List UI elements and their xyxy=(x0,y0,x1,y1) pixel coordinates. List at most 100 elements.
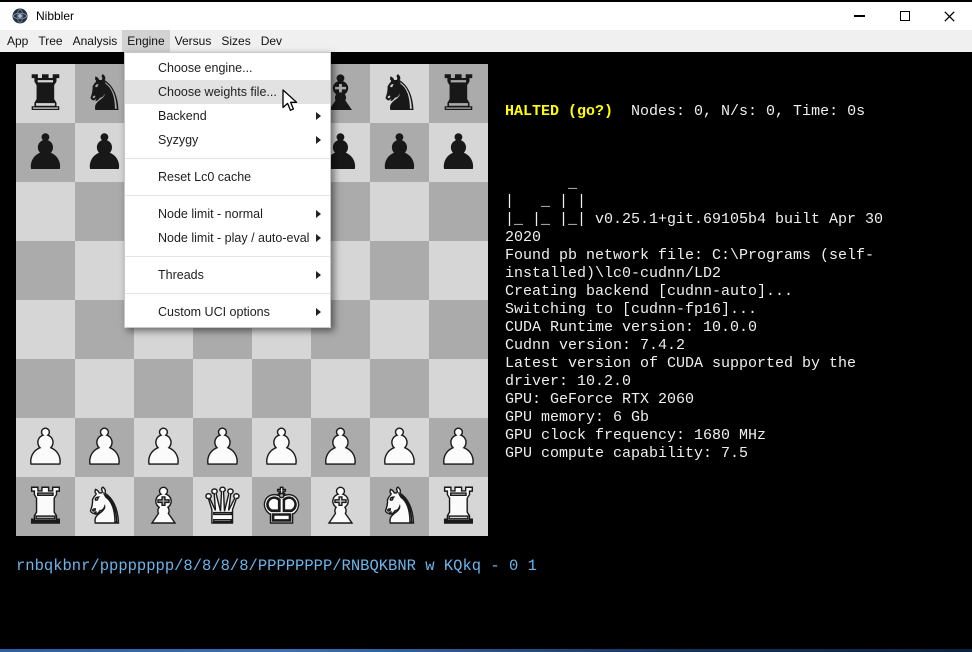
engine-menu-item-syzygy[interactable]: Syzygy xyxy=(125,128,330,152)
black-rook-piece: ♜ xyxy=(437,64,481,123)
fen-string: rnbqkbnr/pppppppp/8/8/8/8/PPPPPPPP/RNBQK… xyxy=(16,557,537,575)
engine-status-line: HALTED (go?) Nodes: 0, N/s: 0, Time: 0s xyxy=(505,103,967,121)
engine-log-line: |_ |_ |_| v0.25.1+git.69105b4 built Apr … xyxy=(505,211,967,229)
engine-menu-item-custom-uci-options[interactable]: Custom UCI options xyxy=(125,300,330,324)
board-square-h4[interactable] xyxy=(429,300,488,359)
engine-log-line: _ xyxy=(505,175,967,193)
board-square-b2[interactable]: ♟ xyxy=(75,418,134,477)
white-pawn-piece: ♟ xyxy=(201,418,245,477)
board-square-b3[interactable] xyxy=(75,359,134,418)
board-square-a8[interactable]: ♜ xyxy=(16,64,75,123)
engine-menu-item-label: Custom UCI options xyxy=(158,305,270,319)
engine-menu-item-reset-lc0-cache[interactable]: Reset Lc0 cache xyxy=(125,165,330,189)
board-square-c2[interactable]: ♟ xyxy=(134,418,193,477)
board-square-c1[interactable]: ♝ xyxy=(134,477,193,536)
black-knight-piece: ♞ xyxy=(83,64,127,123)
engine-menu-item-choose-engine[interactable]: Choose engine... xyxy=(125,56,330,80)
board-square-b1[interactable]: ♞ xyxy=(75,477,134,536)
board-square-c3[interactable] xyxy=(134,359,193,418)
close-button[interactable] xyxy=(927,2,972,30)
board-square-f3[interactable] xyxy=(311,359,370,418)
engine-output-panel: HALTED (go?) Nodes: 0, N/s: 0, Time: 0s … xyxy=(505,67,967,499)
board-square-g4[interactable] xyxy=(370,300,429,359)
board-square-d3[interactable] xyxy=(193,359,252,418)
board-square-h2[interactable]: ♟ xyxy=(429,418,488,477)
engine-log-line xyxy=(505,157,967,175)
board-square-a6[interactable] xyxy=(16,182,75,241)
board-square-a4[interactable] xyxy=(16,300,75,359)
white-pawn-piece: ♟ xyxy=(24,418,68,477)
black-pawn-piece: ♟ xyxy=(83,123,127,182)
engine-menu-item-label: Choose engine... xyxy=(158,61,253,75)
engine-menu-item-node-limit-normal[interactable]: Node limit - normal xyxy=(125,202,330,226)
title-bar: Nibbler xyxy=(0,0,972,30)
white-rook-piece: ♜ xyxy=(437,477,481,536)
menubar-item-analysis[interactable]: Analysis xyxy=(68,30,123,52)
engine-log-line: Cudnn version: 7.4.2 xyxy=(505,337,967,355)
submenu-arrow-icon xyxy=(316,234,321,242)
white-pawn-piece: ♟ xyxy=(378,418,422,477)
white-bishop-piece: ♝ xyxy=(142,477,186,536)
board-square-a2[interactable]: ♟ xyxy=(16,418,75,477)
white-pawn-piece: ♟ xyxy=(437,418,481,477)
window-title: Nibbler xyxy=(36,9,74,23)
white-pawn-piece: ♟ xyxy=(260,418,304,477)
submenu-arrow-icon xyxy=(316,308,321,316)
menubar-item-app[interactable]: App xyxy=(2,30,33,52)
engine-log-line: CUDA Runtime version: 10.0.0 xyxy=(505,319,967,337)
black-rook-piece: ♜ xyxy=(24,64,68,123)
menubar-item-tree[interactable]: Tree xyxy=(33,30,67,52)
engine-log-line: GPU clock frequency: 1680 MHz xyxy=(505,427,967,445)
board-square-h1[interactable]: ♜ xyxy=(429,477,488,536)
menubar-item-sizes[interactable]: Sizes xyxy=(216,30,255,52)
board-square-a1[interactable]: ♜ xyxy=(16,477,75,536)
board-square-g2[interactable]: ♟ xyxy=(370,418,429,477)
board-square-g7[interactable]: ♟ xyxy=(370,123,429,182)
board-square-e1[interactable]: ♚ xyxy=(252,477,311,536)
engine-menu-item-label: Node limit - normal xyxy=(158,207,263,221)
engine-log-line: Found pb network file: C:\Programs (self… xyxy=(505,247,967,265)
mouse-cursor xyxy=(281,89,303,113)
engine-log-line: Creating backend [cudnn-auto]... xyxy=(505,283,967,301)
minimize-icon xyxy=(854,15,865,17)
app-icon xyxy=(12,8,28,24)
minimize-button[interactable] xyxy=(837,2,882,30)
menubar-item-dev[interactable]: Dev xyxy=(256,30,287,52)
board-square-h7[interactable]: ♟ xyxy=(429,123,488,182)
menubar-item-engine[interactable]: Engine xyxy=(122,30,169,52)
board-square-d1[interactable]: ♛ xyxy=(193,477,252,536)
menu-separator xyxy=(125,293,330,294)
menu-separator xyxy=(125,256,330,257)
board-square-d2[interactable]: ♟ xyxy=(193,418,252,477)
black-pawn-piece: ♟ xyxy=(378,123,422,182)
white-knight-piece: ♞ xyxy=(378,477,422,536)
engine-log: _| _ | ||_ |_ |_| v0.25.1+git.69105b4 bu… xyxy=(505,157,967,463)
board-square-a3[interactable] xyxy=(16,359,75,418)
engine-menu-item-label: Reset Lc0 cache xyxy=(158,170,251,184)
board-square-f1[interactable]: ♝ xyxy=(311,477,370,536)
board-square-h6[interactable] xyxy=(429,182,488,241)
submenu-arrow-icon xyxy=(316,112,321,120)
white-bishop-piece: ♝ xyxy=(319,477,363,536)
white-queen-piece: ♛ xyxy=(201,477,245,536)
menubar-item-versus[interactable]: Versus xyxy=(170,30,217,52)
board-square-g8[interactable]: ♞ xyxy=(370,64,429,123)
board-square-e2[interactable]: ♟ xyxy=(252,418,311,477)
board-square-h8[interactable]: ♜ xyxy=(429,64,488,123)
board-square-g3[interactable] xyxy=(370,359,429,418)
board-square-g5[interactable] xyxy=(370,241,429,300)
engine-menu-item-node-limit-play-auto-eval[interactable]: Node limit - play / auto-eval xyxy=(125,226,330,250)
board-square-g1[interactable]: ♞ xyxy=(370,477,429,536)
engine-menu-item-label: Backend xyxy=(158,109,207,123)
board-square-a5[interactable] xyxy=(16,241,75,300)
board-square-h3[interactable] xyxy=(429,359,488,418)
white-pawn-piece: ♟ xyxy=(83,418,127,477)
white-rook-piece: ♜ xyxy=(24,477,68,536)
board-square-h5[interactable] xyxy=(429,241,488,300)
board-square-e3[interactable] xyxy=(252,359,311,418)
board-square-a7[interactable]: ♟ xyxy=(16,123,75,182)
board-square-g6[interactable] xyxy=(370,182,429,241)
engine-menu-item-threads[interactable]: Threads xyxy=(125,263,330,287)
maximize-button[interactable] xyxy=(882,2,927,30)
board-square-f2[interactable]: ♟ xyxy=(311,418,370,477)
